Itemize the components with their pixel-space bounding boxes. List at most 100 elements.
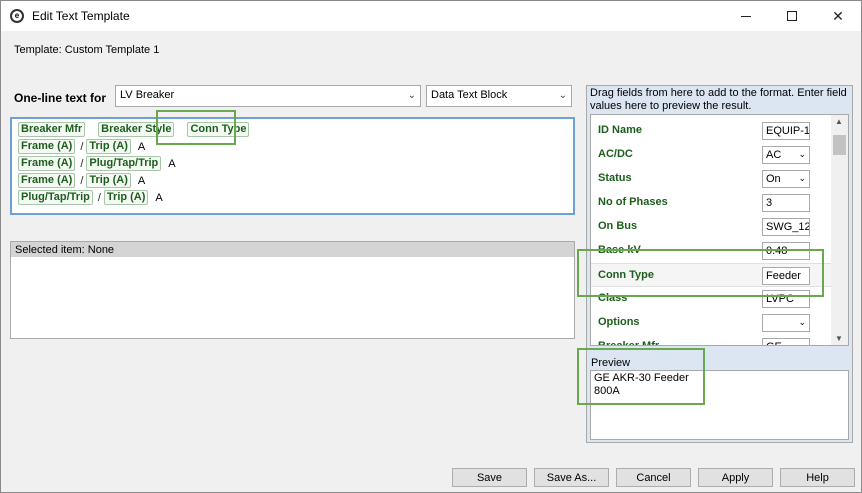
device-type-select[interactable]: LV Breaker ⌄	[115, 85, 421, 107]
field-row[interactable]: Conn Type Feeder	[591, 263, 831, 287]
field-value: Feeder	[766, 270, 801, 282]
field-label[interactable]: No of Phases	[598, 196, 668, 208]
selected-item-properties[interactable]	[10, 257, 575, 339]
text-block-select[interactable]: Data Text Block ⌄	[426, 85, 572, 107]
apply-button[interactable]: Apply	[698, 468, 773, 487]
text-block-value: Data Text Block	[431, 89, 508, 101]
field-value: SWG_12	[766, 221, 810, 233]
field-value-input[interactable]: 3	[762, 194, 810, 212]
field-value-input[interactable]: LVPC	[762, 290, 810, 308]
cancel-button[interactable]: Cancel	[616, 468, 691, 487]
scroll-up-icon[interactable]: ▲	[835, 117, 843, 126]
chevron-down-icon: ⌄	[798, 317, 806, 327]
field-chip[interactable]: Trip (A)	[86, 139, 131, 154]
field-value: GE	[766, 341, 782, 345]
help-button[interactable]: Help	[780, 468, 855, 487]
field-value: On	[766, 173, 781, 185]
field-chip[interactable]: Frame (A)	[18, 156, 76, 171]
unit-text: A	[137, 174, 146, 187]
field-row[interactable]: Breaker Mfr GE	[591, 335, 831, 345]
unit-text: A	[137, 140, 146, 153]
field-value: 0.48	[766, 245, 788, 257]
field-row[interactable]: Base kV 0.48	[591, 239, 831, 263]
field-chip[interactable]: Frame (A)	[18, 173, 76, 188]
field-chip[interactable]: Plug/Tap/Trip	[18, 190, 93, 205]
field-value-input[interactable]: Feeder	[762, 267, 810, 285]
field-value-select[interactable]: On ⌄	[762, 170, 810, 188]
separator-text: /	[97, 191, 101, 204]
save-as-button[interactable]: Save As...	[534, 468, 609, 487]
format-line[interactable]: Plug/Tap/Trip / Trip (A) A	[18, 189, 567, 206]
field-label[interactable]: Options	[598, 316, 640, 328]
template-name-label: Template: Custom Template 1	[14, 44, 159, 56]
field-value: EQUIP-1	[766, 125, 810, 137]
field-chip[interactable]: Breaker Style	[98, 122, 175, 137]
field-chip[interactable]: Breaker Mfr	[18, 122, 86, 137]
field-value-input[interactable]: GE	[762, 338, 810, 345]
maximize-icon	[787, 11, 797, 21]
chevron-down-icon: ⌄	[558, 90, 567, 101]
field-label[interactable]: Breaker Mfr	[598, 340, 659, 345]
format-line[interactable]: Frame (A) / Trip (A) A	[18, 172, 567, 189]
field-value: AC	[766, 149, 782, 161]
field-chip[interactable]: Trip (A)	[103, 190, 149, 205]
preview-box: GE AKR-30 Feeder 800A	[590, 370, 849, 440]
close-icon: ✕	[832, 7, 844, 24]
preview-label: Preview	[591, 357, 631, 369]
template-name: Custom Template 1	[64, 44, 160, 56]
field-label[interactable]: Class	[598, 292, 627, 304]
field-chip[interactable]: Frame (A)	[18, 139, 76, 154]
unit-text: A	[155, 191, 163, 204]
maximize-button[interactable]	[769, 1, 815, 31]
field-row[interactable]: ID Name EQUIP-1	[591, 119, 831, 143]
field-value-input[interactable]: EQUIP-1	[762, 122, 810, 140]
chevron-down-icon: ⌄	[798, 149, 806, 159]
preview-line-1: GE AKR-30 Feeder	[594, 372, 689, 384]
close-button[interactable]: ✕	[815, 1, 861, 31]
fields-scrollbar[interactable]: ▲ ▼	[831, 115, 848, 345]
field-row[interactable]: Class LVPC	[591, 287, 831, 311]
field-label[interactable]: Status	[598, 172, 632, 184]
title-bar: e Edit Text Template ✕	[1, 1, 861, 31]
format-editor[interactable]: Breaker Mfr Breaker Style Conn Type Frame (…	[10, 117, 575, 215]
selected-item-header: Selected item: None	[10, 241, 575, 258]
separator-text: /	[80, 157, 84, 170]
separator-text: /	[80, 174, 84, 187]
save-button[interactable]: Save	[452, 468, 527, 487]
field-label[interactable]: Base kV	[598, 244, 641, 256]
scroll-down-icon[interactable]: ▼	[835, 334, 843, 343]
field-row[interactable]: No of Phases 3	[591, 191, 831, 215]
edit-text-template-dialog: e Edit Text Template ✕ Template: Custom …	[0, 0, 862, 493]
field-row[interactable]: Options ⌄	[591, 311, 831, 335]
format-line[interactable]: Frame (A) / Plug/Tap/Trip A	[18, 155, 567, 172]
field-chip[interactable]: Plug/Tap/Trip	[86, 156, 162, 171]
one-line-text-label: One-line text for	[14, 91, 107, 105]
scroll-thumb[interactable]	[833, 135, 846, 155]
field-label[interactable]: On Bus	[598, 220, 637, 232]
field-chip[interactable]: Conn Type	[187, 122, 250, 137]
minimize-button[interactable]	[723, 1, 769, 31]
template-label-prefix: Template:	[14, 44, 62, 56]
field-label[interactable]: ID Name	[598, 124, 642, 136]
window-title: Edit Text Template	[32, 9, 130, 23]
field-label[interactable]: Conn Type	[598, 269, 654, 281]
device-type-value: LV Breaker	[120, 89, 175, 101]
field-row[interactable]: Status On ⌄	[591, 167, 831, 191]
field-label[interactable]: AC/DC	[598, 148, 633, 160]
preview-line-2: 800A	[594, 385, 620, 397]
chevron-down-icon: ⌄	[407, 90, 416, 101]
field-value-input[interactable]: 0.48	[762, 242, 810, 260]
field-row[interactable]: AC/DC AC ⌄	[591, 143, 831, 167]
format-line[interactable]: Breaker Mfr Breaker Style Conn Type	[18, 121, 567, 138]
field-value: 3	[766, 197, 773, 209]
format-line[interactable]: Frame (A) / Trip (A) A	[18, 138, 567, 155]
field-row[interactable]: On Bus SWG_12	[591, 215, 831, 239]
field-value-input[interactable]: SWG_12	[762, 218, 810, 236]
field-chip[interactable]: Trip (A)	[86, 173, 131, 188]
field-value-select[interactable]: ⌄	[762, 314, 810, 332]
fields-list[interactable]: ID Name EQUIP-1 AC/DC AC ⌄ Status On ⌄ No of Pha…	[590, 114, 849, 346]
minimize-icon	[741, 15, 751, 17]
unit-text: A	[168, 157, 176, 170]
chevron-down-icon: ⌄	[798, 173, 806, 183]
field-value-select[interactable]: AC ⌄	[762, 146, 810, 164]
